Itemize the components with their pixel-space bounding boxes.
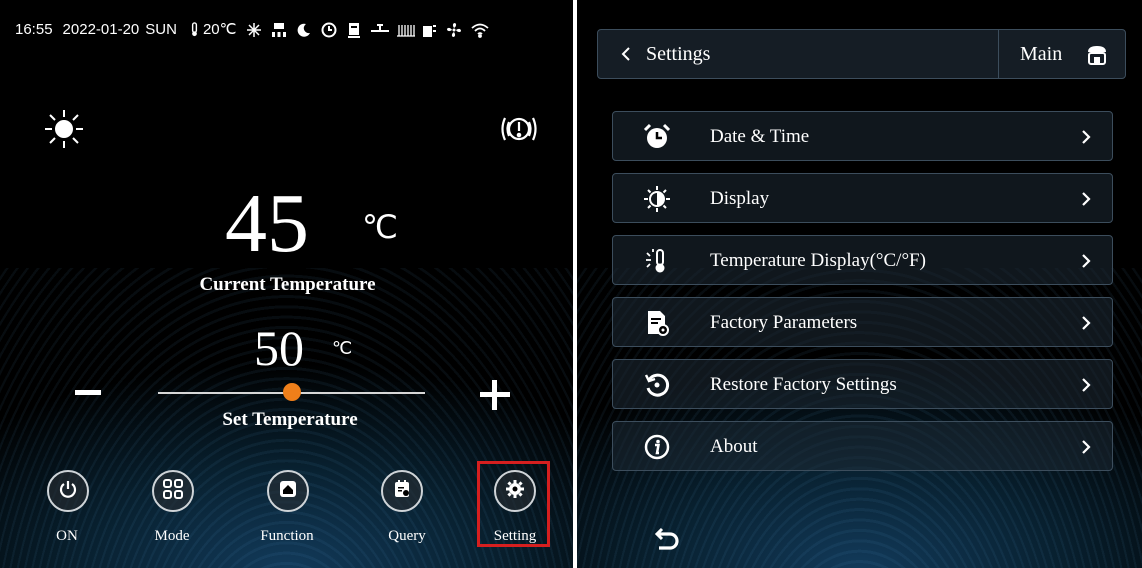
valve-icon: [371, 22, 390, 37]
outdoor-temp: 20℃: [202, 21, 237, 38]
mode-button[interactable]: [152, 470, 194, 512]
menu-item-date-time[interactable]: Date & Time: [612, 111, 1113, 161]
back-chevron-icon[interactable]: [620, 46, 632, 67]
menu-item-restore-factory-settings[interactable]: Restore Factory Settings: [612, 359, 1113, 409]
chevron-right-icon: [1076, 313, 1096, 333]
main-button[interactable]: Main: [1020, 43, 1062, 66]
menu-label: Restore Factory Settings: [710, 374, 897, 395]
night-mode-icon: [296, 22, 311, 37]
menu-item-about[interactable]: About: [612, 421, 1113, 471]
increase-button[interactable]: [480, 380, 510, 410]
heating-coil-icon: [396, 22, 416, 37]
current-temperature-value: 45: [225, 177, 309, 270]
menu-item-factory-parameters[interactable]: Factory Parameters: [612, 297, 1113, 347]
chevron-right-icon: [1076, 437, 1096, 457]
set-temperature-value: 50: [254, 320, 304, 376]
status-time: 16:55: [15, 20, 53, 38]
current-temperature-unit: ℃: [362, 209, 398, 245]
settings-header: Settings Main: [597, 29, 1126, 79]
menu-label: About: [710, 436, 758, 457]
back-button[interactable]: [652, 525, 682, 555]
mode-grid-icon: [162, 478, 184, 505]
menu-label: Display: [710, 188, 770, 209]
chevron-right-icon: [1076, 251, 1096, 271]
slider-handle[interactable]: [282, 383, 301, 401]
menu-item-display[interactable]: Display: [612, 173, 1113, 223]
wifi-icon: [471, 22, 490, 38]
function-button[interactable]: [267, 470, 309, 512]
function-icon: [278, 479, 298, 504]
status-bar: 16:55 2022-01-20 SUN 20℃: [15, 20, 490, 38]
set-temperature-label: Set Temperature: [222, 409, 358, 430]
nav-label-on: ON: [56, 528, 78, 544]
pump-icon: [421, 22, 437, 37]
heater-icon: [271, 22, 287, 37]
home-screen: 16:55 2022-01-20 SUN 20℃ 45 ℃ Current Te…: [0, 0, 573, 568]
chevron-right-icon: [1076, 375, 1096, 395]
power-button[interactable]: [47, 470, 89, 512]
chevron-right-icon: [1076, 189, 1096, 209]
menu-label: Factory Parameters: [710, 312, 858, 333]
factory-document-icon: [643, 309, 671, 337]
status-date: 2022-01-20: [62, 20, 140, 38]
brightness-icon: [643, 185, 671, 213]
query-button[interactable]: [381, 470, 423, 512]
decrease-button[interactable]: [75, 390, 101, 395]
query-icon: [392, 479, 412, 504]
settings-screen: Settings Main Date & Time Display Temper…: [577, 0, 1142, 568]
alarm-icon[interactable]: [498, 110, 540, 148]
restore-icon: [643, 371, 671, 399]
timer-icon: [321, 22, 337, 37]
sun-icon: [43, 108, 85, 150]
set-temperature-unit: ℃: [332, 338, 353, 358]
defrost-icon: [246, 22, 262, 37]
settings-title: Settings: [646, 43, 711, 65]
alarm-clock-icon: [643, 123, 671, 151]
chevron-right-icon: [1076, 127, 1096, 147]
nav-label-query: Query: [388, 528, 426, 544]
status-weekday: SUN: [145, 20, 177, 38]
current-temperature-label: Current Temperature: [199, 274, 376, 295]
setting-highlight-box: [477, 461, 550, 547]
nav-label-function: Function: [260, 528, 314, 544]
home-icon[interactable]: [1085, 43, 1109, 72]
fan-icon: [446, 22, 462, 37]
header-divider: [998, 30, 999, 78]
return-arrow-icon: [652, 527, 682, 559]
nav-label-mode: Mode: [154, 528, 190, 544]
menu-item-temperature-display[interactable]: Temperature Display(°C/°F): [612, 235, 1113, 285]
temperature-icon: [643, 247, 671, 275]
menu-label: Temperature Display(°C/°F): [710, 250, 926, 271]
menu-label: Date & Time: [710, 126, 810, 147]
power-icon: [58, 479, 78, 504]
thermometer-icon: [187, 21, 202, 37]
info-icon: [643, 433, 671, 461]
tank-icon: [346, 22, 361, 38]
